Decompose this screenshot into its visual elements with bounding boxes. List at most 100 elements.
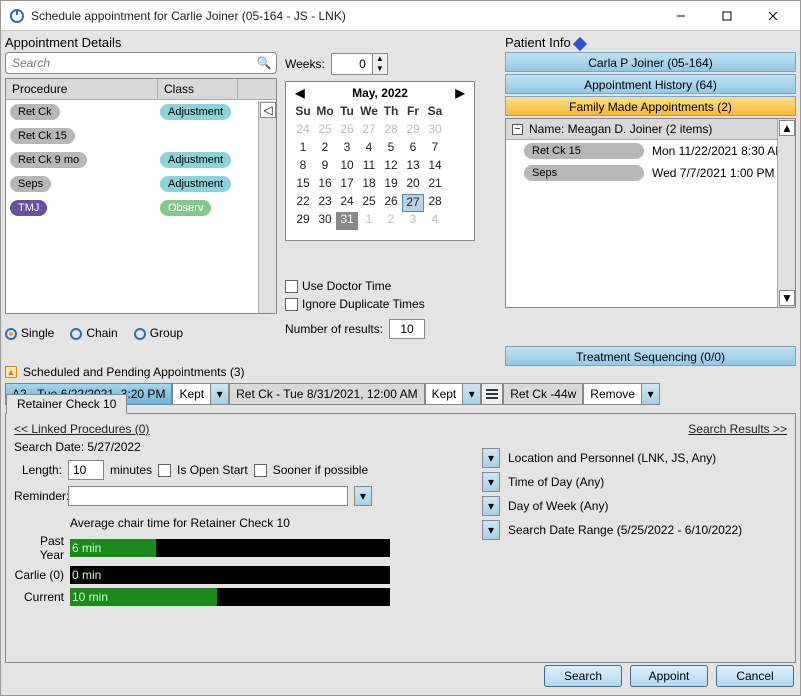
cal-day[interactable]: 29 (402, 122, 424, 140)
cal-day[interactable]: 3 (336, 140, 358, 158)
cal-day[interactable]: 6 (402, 140, 424, 158)
minimize-button[interactable] (658, 2, 704, 30)
cal-prev-icon[interactable]: ◀ (292, 86, 308, 100)
expand-scheduled-icon[interactable]: ▲ (5, 366, 17, 378)
cal-day[interactable]: 30 (314, 212, 336, 230)
band-family[interactable]: Family Made Appointments (2) (505, 96, 796, 116)
procedure-row[interactable]: Ret Ck 9 moAdjustment (6, 148, 276, 172)
weeks-up-icon[interactable]: ▲ (373, 54, 387, 64)
col-class[interactable]: Class (158, 79, 238, 99)
filter-row[interactable]: ▾Location and Personnel (LNK, JS, Any) (482, 446, 742, 470)
weeks-down-icon[interactable]: ▼ (373, 64, 387, 74)
chevron-down-icon[interactable]: ▾ (641, 384, 659, 404)
cal-day[interactable]: 13 (402, 158, 424, 176)
chevron-down-icon[interactable]: ▾ (210, 384, 228, 404)
appt-status-3[interactable]: Remove▾ (583, 383, 660, 405)
radio-chain[interactable]: Chain (70, 326, 117, 340)
cal-day[interactable]: 28 (424, 194, 446, 212)
weeks-value[interactable] (332, 56, 372, 72)
cal-day[interactable]: 12 (380, 158, 402, 176)
cal-day[interactable]: 22 (292, 194, 314, 212)
cal-day[interactable]: 25 (314, 122, 336, 140)
cal-day[interactable]: 24 (336, 194, 358, 212)
appt-status-2[interactable]: Kept▾ (425, 383, 482, 405)
cal-day[interactable]: 4 (424, 212, 446, 230)
procedure-search[interactable]: 🔍 (5, 52, 277, 74)
band-treatment[interactable]: Treatment Sequencing (0/0) (505, 346, 796, 366)
cal-next-icon[interactable]: ▶ (452, 86, 468, 100)
cal-day[interactable]: 18 (358, 176, 380, 194)
family-row[interactable]: Ret Ck 15Mon 11/22/2021 8:30 AM (506, 140, 795, 162)
menu-icon[interactable] (481, 383, 503, 405)
cal-day[interactable]: 27 (358, 122, 380, 140)
cal-day[interactable]: 1 (358, 212, 380, 230)
cal-day[interactable]: 7 (424, 140, 446, 158)
is-open-start-checkbox[interactable] (158, 464, 171, 477)
cal-day[interactable]: 4 (358, 140, 380, 158)
use-doctor-time-checkbox[interactable] (285, 280, 298, 293)
chevron-down-icon[interactable]: ▾ (462, 384, 480, 404)
chevron-down-icon[interactable]: ▾ (482, 448, 500, 468)
chevron-down-icon[interactable]: ▾ (482, 520, 500, 540)
linked-procedures-link[interactable]: << Linked Procedures (0) (14, 422, 149, 436)
chevron-down-icon[interactable]: ▾ (482, 472, 500, 492)
cal-day[interactable]: 23 (314, 194, 336, 212)
cal-day[interactable]: 24 (292, 122, 314, 140)
procedure-row[interactable]: TMJObserv (6, 196, 276, 220)
scroll-left-icon[interactable]: ◁ (260, 102, 276, 118)
cal-day[interactable]: 26 (380, 194, 402, 212)
cal-day[interactable]: 29 (292, 212, 314, 230)
procedure-row[interactable]: SepsAdjustment (6, 172, 276, 196)
search-button[interactable]: Search (544, 665, 622, 687)
cal-day[interactable]: 15 (292, 176, 314, 194)
cal-day[interactable]: 2 (314, 140, 336, 158)
cal-day[interactable]: 21 (424, 176, 446, 194)
cal-day[interactable]: 20 (402, 176, 424, 194)
appt-segment-3[interactable]: Ret Ck -44w (503, 383, 583, 405)
radio-group[interactable]: Group (134, 326, 183, 340)
family-scrollbar[interactable]: ▲ ▼ (777, 119, 795, 307)
cal-day[interactable]: 14 (424, 158, 446, 176)
cal-day[interactable]: 2 (380, 212, 402, 230)
collapse-icon[interactable]: − (512, 124, 523, 135)
radio-single[interactable]: Single (5, 326, 54, 340)
appoint-button[interactable]: Appoint (630, 665, 708, 687)
filter-row[interactable]: ▾Search Date Range (5/25/2022 - 6/10/202… (482, 518, 742, 542)
search-icon[interactable]: 🔍 (256, 56, 272, 70)
cal-day[interactable]: 5 (380, 140, 402, 158)
appt-status-1[interactable]: Kept▾ (172, 383, 229, 405)
cal-day[interactable]: 1 (292, 140, 314, 158)
sooner-checkbox[interactable] (254, 464, 267, 477)
scroll-up-icon[interactable]: ▲ (779, 120, 795, 136)
procedure-row[interactable]: Ret Ck 15 (6, 124, 276, 148)
num-results-input[interactable] (389, 319, 425, 339)
cal-day[interactable]: 26 (336, 122, 358, 140)
cancel-button[interactable]: Cancel (716, 665, 794, 687)
cal-day[interactable]: 17 (336, 176, 358, 194)
appt-segment-2[interactable]: Ret Ck - Tue 8/31/2021, 12:00 AM (229, 383, 424, 405)
filter-row[interactable]: ▾Time of Day (Any) (482, 470, 742, 494)
cal-day[interactable]: 8 (292, 158, 314, 176)
cal-day[interactable]: 16 (314, 176, 336, 194)
reminder-dropdown-icon[interactable]: ▾ (354, 486, 372, 506)
cal-day[interactable]: 9 (314, 158, 336, 176)
cal-day[interactable]: 10 (336, 158, 358, 176)
close-button[interactable] (750, 2, 796, 30)
length-input[interactable] (68, 460, 104, 480)
procedure-scrollbar[interactable]: ◁ (258, 101, 276, 313)
maximize-button[interactable] (704, 2, 750, 30)
cal-day[interactable]: 11 (358, 158, 380, 176)
procedure-search-input[interactable] (10, 55, 256, 71)
cal-day[interactable]: 31 (336, 212, 358, 230)
ignore-duplicate-checkbox[interactable] (285, 298, 298, 311)
filter-row[interactable]: ▾Day of Week (Any) (482, 494, 742, 518)
weeks-spinner[interactable]: ▲▼ (331, 53, 388, 75)
col-procedure[interactable]: Procedure (6, 79, 158, 99)
cal-day[interactable]: 19 (380, 176, 402, 194)
band-patient[interactable]: Carla P Joiner (05-164) (505, 52, 796, 72)
cal-day[interactable]: 25 (358, 194, 380, 212)
cal-day[interactable]: 30 (424, 122, 446, 140)
procedure-row[interactable]: Ret CkAdjustment (6, 100, 276, 124)
cal-day[interactable]: 27 (402, 194, 424, 212)
retainer-tab[interactable]: Retainer Check 10 (6, 394, 127, 414)
